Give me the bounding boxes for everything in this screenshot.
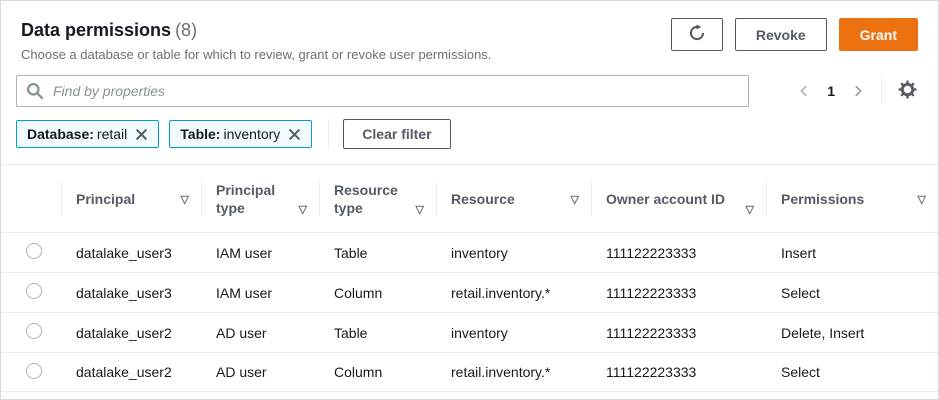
- chevron-left-icon: [797, 84, 811, 98]
- table-header-row: Principal ▽ Principal type ▽ Resource ty…: [1, 165, 938, 232]
- cell-permissions: Select: [766, 364, 938, 380]
- cell-principal-type: AD user: [201, 364, 319, 380]
- refresh-button[interactable]: [671, 18, 723, 51]
- search-icon: [26, 82, 44, 105]
- page-header: Data permissions(8) Choose a database or…: [1, 1, 938, 62]
- item-count: (8): [175, 20, 197, 40]
- table-row: datalake_user2 AD user Table inventory 1…: [1, 312, 938, 352]
- column-header-principal[interactable]: Principal ▽: [61, 165, 201, 232]
- column-header-label: Permissions: [781, 190, 864, 208]
- filter-chip-label: Database:: [27, 126, 94, 142]
- row-radio-button[interactable]: [26, 243, 42, 259]
- table-row: datalake_user2 AD user Column retail.inv…: [1, 352, 938, 392]
- sort-icon[interactable]: ▽: [571, 195, 579, 206]
- column-header-resource[interactable]: Resource ▽: [436, 165, 591, 232]
- row-select-cell: [1, 363, 61, 382]
- close-icon: [135, 128, 148, 141]
- cell-principal-type: IAM user: [201, 285, 319, 301]
- cell-resource: retail.inventory.*: [436, 285, 591, 301]
- cell-resource-type: Table: [319, 245, 436, 261]
- column-header-label: Resource type: [334, 181, 410, 217]
- cell-resource-type: Table: [319, 325, 436, 341]
- filter-chip-database: Database:retail: [16, 120, 159, 148]
- column-header-permissions[interactable]: Permissions ▽: [766, 165, 938, 232]
- cell-resource-type: Column: [319, 285, 436, 301]
- table-row: datalake_user3 IAM user Column retail.in…: [1, 272, 938, 312]
- refresh-icon: [688, 24, 706, 45]
- sort-icon[interactable]: ▽: [918, 195, 926, 206]
- header-text-block: Data permissions(8) Choose a database or…: [21, 18, 491, 62]
- search-row: 1: [16, 75, 922, 107]
- row-radio-button[interactable]: [26, 363, 42, 379]
- sort-icon[interactable]: ▽: [299, 205, 307, 216]
- sort-icon[interactable]: ▽: [746, 205, 754, 216]
- filter-chip-table: Table:inventory: [169, 120, 312, 148]
- row-select-cell: [1, 243, 61, 262]
- cell-permissions: Delete, Insert: [766, 325, 938, 341]
- cell-resource: retail.inventory.*: [436, 364, 591, 380]
- cell-owner-account-id: 111122223333: [591, 245, 766, 261]
- cell-resource: inventory: [436, 325, 591, 341]
- column-header-principal-type[interactable]: Principal type ▽: [201, 165, 319, 232]
- column-header-label: Resource: [451, 190, 515, 208]
- chevron-right-icon: [851, 84, 865, 98]
- remove-table-filter-button[interactable]: [287, 127, 302, 142]
- toolbar-divider: [881, 77, 882, 105]
- page-title: Data permissions(8): [21, 18, 491, 42]
- column-header-resource-type[interactable]: Resource type ▽: [319, 165, 436, 232]
- filter-chip-value: inventory: [223, 126, 280, 142]
- remove-database-filter-button[interactable]: [134, 127, 149, 142]
- clear-filter-button[interactable]: Clear filter: [343, 119, 450, 149]
- sort-icon[interactable]: ▽: [416, 205, 424, 216]
- row-select-cell: [1, 323, 61, 342]
- row-radio-button[interactable]: [26, 283, 42, 299]
- cell-owner-account-id: 111122223333: [591, 325, 766, 341]
- cell-principal: datalake_user2: [61, 364, 201, 380]
- next-page-button[interactable]: [845, 78, 871, 104]
- page-title-text: Data permissions: [21, 20, 171, 40]
- cell-owner-account-id: 111122223333: [591, 364, 766, 380]
- search-input[interactable]: [16, 75, 749, 107]
- cell-resource: inventory: [436, 245, 591, 261]
- cell-permissions: Insert: [766, 245, 938, 261]
- cell-principal: datalake_user2: [61, 325, 201, 341]
- grant-button[interactable]: Grant: [839, 18, 918, 51]
- sort-icon[interactable]: ▽: [181, 195, 189, 206]
- cell-principal: datalake_user3: [61, 245, 201, 261]
- column-header-label: Principal type: [216, 181, 293, 217]
- table-row: datalake_user3 IAM user Table inventory …: [1, 232, 938, 272]
- row-radio-button[interactable]: [26, 323, 42, 339]
- pagination: 1: [791, 78, 871, 104]
- current-page-number[interactable]: 1: [821, 83, 841, 99]
- header-actions: Revoke Grant: [671, 18, 918, 51]
- filter-chip-value: retail: [97, 126, 127, 142]
- column-header-label: Owner account ID: [606, 190, 725, 208]
- cell-principal-type: IAM user: [201, 245, 319, 261]
- filter-chip-label: Table:: [180, 126, 220, 142]
- preferences-button[interactable]: [892, 76, 922, 106]
- cell-owner-account-id: 111122223333: [591, 285, 766, 301]
- filter-row: Database:retail Table:inventory Clear fi…: [16, 119, 922, 149]
- gear-icon: [898, 80, 917, 102]
- cell-principal-type: AD user: [201, 325, 319, 341]
- row-select-cell: [1, 283, 61, 302]
- cell-permissions: Select: [766, 285, 938, 301]
- column-header-label: Principal: [76, 190, 135, 208]
- page-subtitle: Choose a database or table for which to …: [21, 47, 491, 62]
- permissions-table: Principal ▽ Principal type ▽ Resource ty…: [1, 164, 938, 392]
- cell-resource-type: Column: [319, 364, 436, 380]
- cell-principal: datalake_user3: [61, 285, 201, 301]
- close-icon: [288, 128, 301, 141]
- previous-page-button[interactable]: [791, 78, 817, 104]
- column-header-owner-account-id[interactable]: Owner account ID ▽: [591, 165, 766, 232]
- filter-divider: [328, 119, 329, 149]
- search-box: [16, 75, 749, 107]
- revoke-button[interactable]: Revoke: [735, 18, 827, 51]
